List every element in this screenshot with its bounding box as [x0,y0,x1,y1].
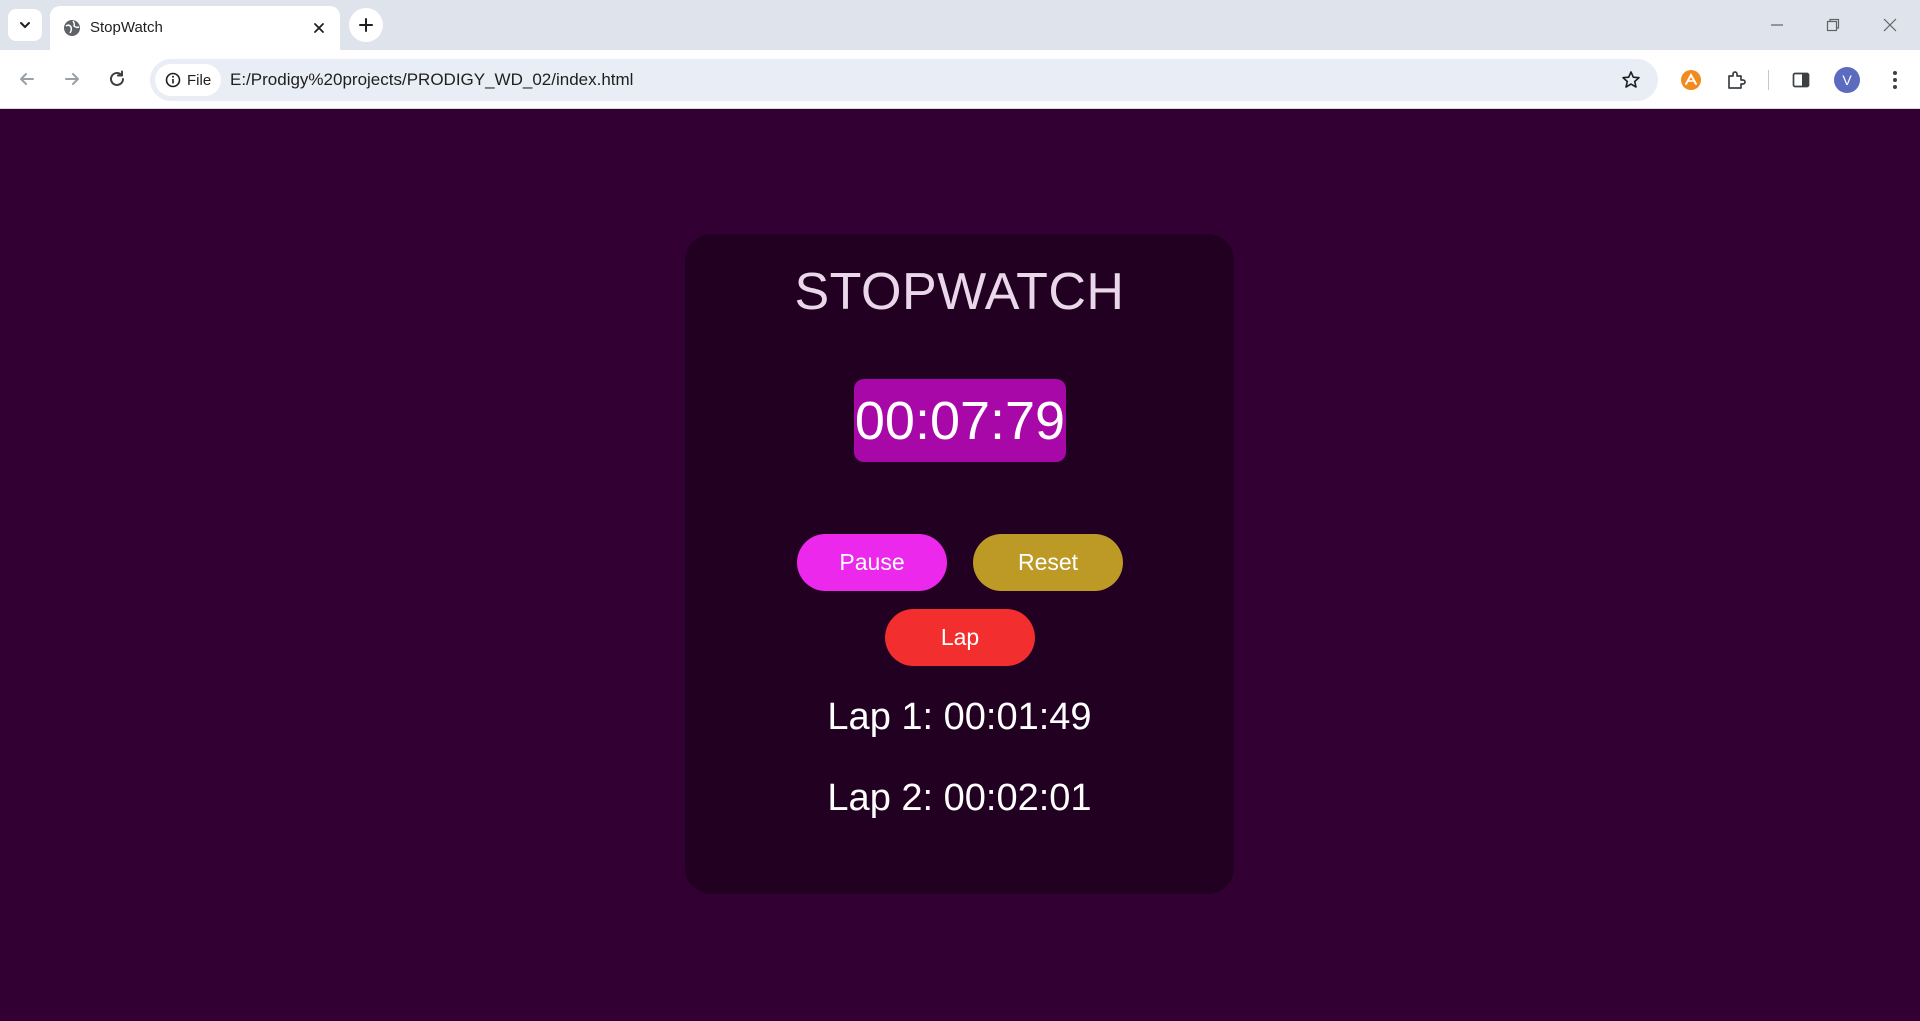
lap-button[interactable]: Lap [885,609,1035,666]
chevron-down-icon [20,22,30,29]
url-text[interactable]: E:/Prodigy%20projects/PRODIGY_WD_02/inde… [230,70,633,90]
arrow-right-icon [65,73,79,85]
new-tab-button[interactable] [349,8,383,42]
extension-orange-button[interactable] [1676,65,1706,95]
info-icon [165,72,181,88]
browser-tab-bar: StopWatch [0,0,1920,50]
timer-value: 00:07:79 [854,390,1066,451]
more-vertical-icon [1893,71,1897,89]
lap-item: Lap 2: 00:02:01 [827,777,1092,819]
toolbar-divider [1768,70,1769,90]
minimize-icon [1771,24,1783,26]
forward-button[interactable] [57,64,87,94]
side-panel-icon [1792,72,1810,88]
timer-display: 00:07:79 [854,379,1066,462]
tab-search-button[interactable] [8,9,42,41]
lap-item: Lap 1: 00:01:49 [827,696,1092,738]
reset-button[interactable]: Reset [973,534,1123,591]
reload-button[interactable] [102,64,132,94]
extension-logo-icon [1681,70,1701,90]
lap-list: Lap 1: 00:01:49 Lap 2: 00:02:01 [685,694,1234,856]
puzzle-icon [1728,71,1746,89]
browser-menu-button[interactable] [1880,65,1910,95]
site-chip-label: File [187,71,212,89]
bookmark-button[interactable] [1618,67,1644,93]
stopwatch-card: STOPWATCH 00:07:79 Pause Reset Lap Lap 1… [685,234,1234,894]
star-icon [1622,71,1640,88]
minimize-button[interactable] [1764,12,1790,38]
pause-button[interactable]: Pause [797,534,947,591]
plus-icon [359,18,373,32]
arrow-left-icon [20,73,34,85]
close-icon [1883,18,1897,32]
profile-avatar[interactable]: V [1834,67,1860,93]
close-window-button[interactable] [1877,12,1903,38]
browser-toolbar: File E:/Prodigy%20projects/PRODIGY_WD_02… [0,50,1920,109]
side-panel-button[interactable] [1786,65,1816,95]
active-tab[interactable]: StopWatch [50,6,340,50]
close-tab-icon[interactable] [308,17,330,39]
site-info-chip[interactable]: File [155,64,221,96]
page-title: STOPWATCH [794,263,1125,321]
restore-icon [1826,18,1840,32]
extensions-button[interactable] [1721,65,1751,95]
page-background: STOPWATCH 00:07:79 Pause Reset Lap Lap 1… [0,109,1920,1021]
address-bar[interactable]: File E:/Prodigy%20projects/PRODIGY_WD_02… [150,59,1658,101]
back-button[interactable] [12,64,42,94]
reload-icon [110,70,124,86]
tab-title: StopWatch [90,19,163,36]
restore-button[interactable] [1820,12,1846,38]
globe-icon [62,18,82,38]
